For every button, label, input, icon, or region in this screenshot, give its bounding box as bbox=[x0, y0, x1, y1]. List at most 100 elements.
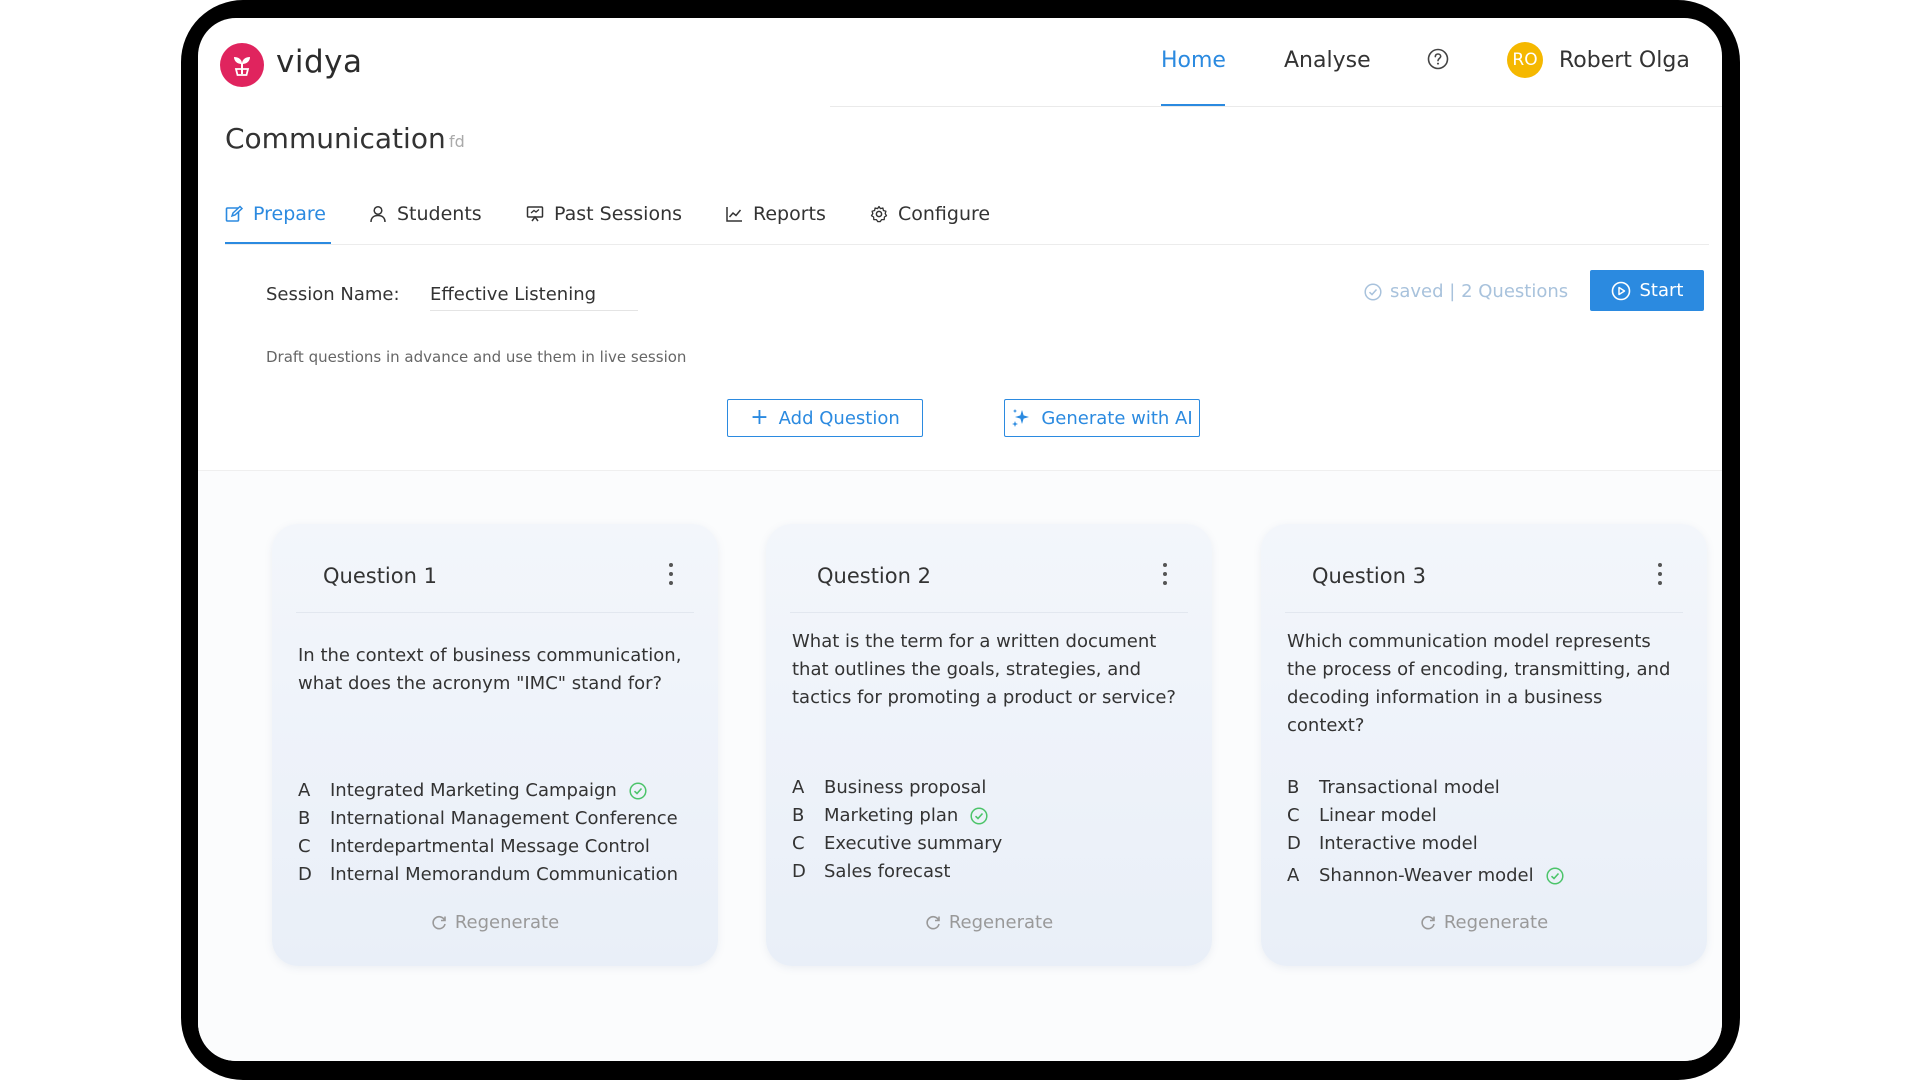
option-item[interactable]: B International Management Conference bbox=[298, 805, 708, 833]
add-question-label: Add Question bbox=[778, 407, 900, 429]
option-letter: C bbox=[1287, 805, 1300, 826]
question-text: In the context of business communication… bbox=[298, 645, 682, 694]
option-letter: A bbox=[1287, 865, 1300, 886]
options-list: A Integrated Marketing Campaign B Intern… bbox=[298, 777, 708, 889]
gear-icon bbox=[870, 205, 888, 223]
option-item[interactable]: A Business proposal bbox=[792, 774, 1202, 802]
sprout-icon bbox=[234, 57, 250, 76]
regenerate-button[interactable]: Regenerate bbox=[766, 912, 1212, 933]
option-text: Interactive model bbox=[1319, 833, 1478, 854]
correct-check-icon bbox=[629, 782, 647, 800]
option-letter: C bbox=[298, 836, 311, 857]
question-title: Question 3 bbox=[1312, 564, 1426, 588]
add-question-button[interactable]: + Add Question bbox=[727, 399, 923, 437]
option-letter: B bbox=[1287, 777, 1300, 798]
more-vertical-icon[interactable] bbox=[1653, 559, 1667, 589]
correct-check-icon bbox=[970, 807, 988, 825]
nav-divider bbox=[830, 106, 1722, 107]
refresh-icon bbox=[926, 915, 940, 929]
more-vertical-icon[interactable] bbox=[664, 559, 678, 589]
session-name-input[interactable]: Effective Listening bbox=[430, 284, 638, 311]
generate-ai-label: Generate with AI bbox=[1041, 407, 1193, 429]
options-list: B Transactional model C Linear model D I… bbox=[1287, 774, 1697, 890]
option-text: Executive summary bbox=[824, 833, 1003, 854]
correct-check-icon bbox=[1546, 867, 1564, 885]
nav-home-link[interactable]: Home bbox=[1161, 48, 1226, 73]
option-text: International Management Conference bbox=[330, 808, 678, 829]
option-text: Linear model bbox=[1319, 805, 1437, 826]
options-list: A Business proposal B Marketing plan C E… bbox=[792, 774, 1202, 886]
tab-label: Reports bbox=[753, 203, 826, 225]
option-item[interactable]: B Marketing plan bbox=[792, 802, 1202, 830]
regenerate-button[interactable]: Regenerate bbox=[1261, 912, 1707, 933]
tab-prepare[interactable]: Prepare bbox=[225, 203, 326, 225]
start-button[interactable]: Start bbox=[1590, 270, 1704, 311]
option-item[interactable]: D Internal Memorandum Communication bbox=[298, 861, 708, 889]
regenerate-button[interactable]: Regenerate bbox=[272, 912, 718, 933]
question-text: What is the term for a written document … bbox=[792, 631, 1176, 708]
tab-configure[interactable]: Configure bbox=[870, 203, 990, 225]
option-text: Sales forecast bbox=[824, 861, 951, 882]
option-letter: B bbox=[792, 805, 805, 826]
tab-label: Students bbox=[397, 203, 482, 225]
option-item[interactable]: A Integrated Marketing Campaign bbox=[298, 777, 708, 805]
option-letter: D bbox=[792, 861, 806, 882]
tab-students[interactable]: Students bbox=[369, 203, 482, 225]
regenerate-label: Regenerate bbox=[454, 912, 560, 933]
page-title: Communication bbox=[225, 122, 446, 155]
vidya-logo-icon[interactable] bbox=[220, 43, 264, 87]
question-card[interactable]: Question 3 Which communication model rep… bbox=[1261, 524, 1707, 966]
tab-past-sessions[interactable]: Past Sessions bbox=[526, 203, 682, 225]
option-text: Transactional model bbox=[1319, 777, 1500, 798]
option-letter: D bbox=[298, 864, 312, 885]
more-vertical-icon[interactable] bbox=[1158, 559, 1172, 589]
tab-label: Prepare bbox=[253, 203, 326, 225]
option-letter: B bbox=[298, 808, 311, 829]
question-card[interactable]: Question 1 In the context of business co… bbox=[272, 524, 718, 966]
tab-label: Past Sessions bbox=[554, 203, 683, 225]
tab-label: Configure bbox=[898, 203, 991, 225]
option-item[interactable]: D Sales forecast bbox=[792, 858, 1202, 886]
saved-status-text: saved | 2 Questions bbox=[1390, 281, 1569, 302]
option-item[interactable]: C Linear model bbox=[1287, 802, 1697, 830]
user-name[interactable]: Robert Olga bbox=[1559, 48, 1690, 73]
option-letter: A bbox=[792, 777, 805, 798]
nav-analyse-link[interactable]: Analyse bbox=[1284, 48, 1371, 73]
play-circle-icon bbox=[1611, 281, 1630, 300]
option-item[interactable]: A Shannon-Weaver model bbox=[1287, 862, 1697, 890]
line-chart-icon bbox=[726, 207, 742, 222]
option-text: Shannon-Weaver model bbox=[1319, 865, 1534, 886]
option-text: Business proposal bbox=[824, 777, 987, 798]
option-item[interactable]: C Interdepartmental Message Control bbox=[298, 833, 708, 861]
option-item[interactable]: D Interactive model bbox=[1287, 830, 1697, 858]
card-divider bbox=[296, 612, 694, 613]
regenerate-label: Regenerate bbox=[948, 912, 1054, 933]
question-title: Question 2 bbox=[817, 564, 931, 588]
app-screen: vidya Home Analyse RO Robert Olga Commun… bbox=[198, 18, 1722, 1061]
app-name[interactable]: vidya bbox=[276, 44, 362, 80]
regenerate-label: Regenerate bbox=[1443, 912, 1549, 933]
sparkle-icon bbox=[1012, 409, 1030, 427]
question-card[interactable]: Question 2 What is the term for a writte… bbox=[766, 524, 1212, 966]
option-item[interactable]: C Executive summary bbox=[792, 830, 1202, 858]
option-letter: A bbox=[298, 780, 311, 801]
check-circle-icon bbox=[1364, 282, 1382, 301]
option-text: Marketing plan bbox=[824, 805, 959, 826]
option-letter: C bbox=[792, 833, 805, 854]
generate-ai-button[interactable]: Generate with AI bbox=[1004, 399, 1200, 437]
saved-status: saved | 2 Questions bbox=[1364, 281, 1568, 302]
presentation-icon bbox=[526, 206, 544, 222]
avatar[interactable]: RO bbox=[1507, 42, 1543, 78]
refresh-icon bbox=[1421, 915, 1435, 929]
tabs-divider bbox=[225, 244, 1709, 245]
start-button-label: Start bbox=[1639, 280, 1684, 301]
option-text: Integrated Marketing Campaign bbox=[330, 780, 617, 801]
tab-reports[interactable]: Reports bbox=[725, 203, 826, 225]
option-item[interactable]: B Transactional model bbox=[1287, 774, 1697, 802]
session-name-label: Session Name: bbox=[266, 284, 400, 305]
card-divider bbox=[1285, 612, 1683, 613]
card-divider bbox=[790, 612, 1188, 613]
help-icon[interactable] bbox=[1427, 48, 1449, 70]
page-subtitle: fd bbox=[449, 132, 465, 151]
edit-icon bbox=[225, 205, 243, 222]
